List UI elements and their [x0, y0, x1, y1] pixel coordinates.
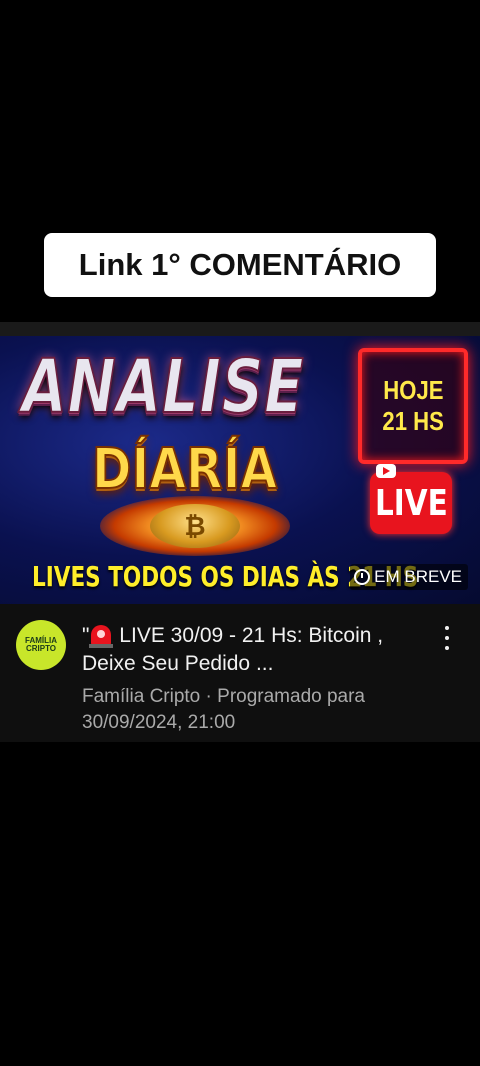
- siren-icon: [89, 625, 114, 648]
- hoje-label: HOJE: [382, 374, 444, 405]
- more-options-icon[interactable]: [442, 626, 452, 650]
- play-icon: [376, 464, 396, 478]
- meta-separator: ·: [200, 686, 218, 707]
- avatar-text-line2: CRIPTO: [25, 644, 57, 653]
- video-title[interactable]: " LIVE 30/09 - 21 Hs: Bitcoin , Deixe Se…: [82, 622, 422, 678]
- banner-text: Link 1° COMENTÁRIO: [78, 247, 402, 282]
- thumbnail-title-line1: ANALISE: [21, 344, 305, 430]
- hoje-time: 21 HS: [382, 406, 444, 436]
- channel-avatar[interactable]: FAMÍLIA CRIPTO: [16, 620, 66, 670]
- divider: [0, 322, 480, 336]
- video-meta-row[interactable]: FAMÍLIA CRIPTO " LIVE 30/09 - 21 Hs: Bit…: [0, 604, 480, 742]
- hoje-time-box: HOJE 21 HS: [358, 348, 468, 464]
- clock-icon: [354, 569, 371, 585]
- title-prefix: ": [82, 624, 90, 647]
- title-text: LIVE 30/09 - 21 Hs: Bitcoin , Deixe Seu …: [82, 624, 384, 675]
- channel-name: Família Cripto: [82, 686, 201, 707]
- live-badge-text: LIVE: [374, 482, 448, 524]
- upcoming-badge: EM BREVE: [350, 564, 468, 590]
- upcoming-badge-text: EM BREVE: [374, 567, 462, 586]
- video-subtitle: Família Cripto · Programado para 30/09/2…: [82, 684, 422, 736]
- thumbnail-title-line2: DÍARÍA: [91, 437, 278, 502]
- bitcoin-coin-icon: ₿: [150, 504, 240, 548]
- link-comment-banner: Link 1° COMENTÁRIO: [44, 233, 436, 297]
- live-badge: LIVE: [370, 472, 452, 534]
- video-thumbnail[interactable]: ANALISE ₿ DÍARÍA HOJE 21 HS LIVE LIVES T…: [0, 336, 480, 604]
- coin-symbol: ₿: [184, 511, 206, 542]
- screen: Link 1° COMENTÁRIO ANALISE ₿ DÍARÍA HOJE…: [0, 0, 480, 1066]
